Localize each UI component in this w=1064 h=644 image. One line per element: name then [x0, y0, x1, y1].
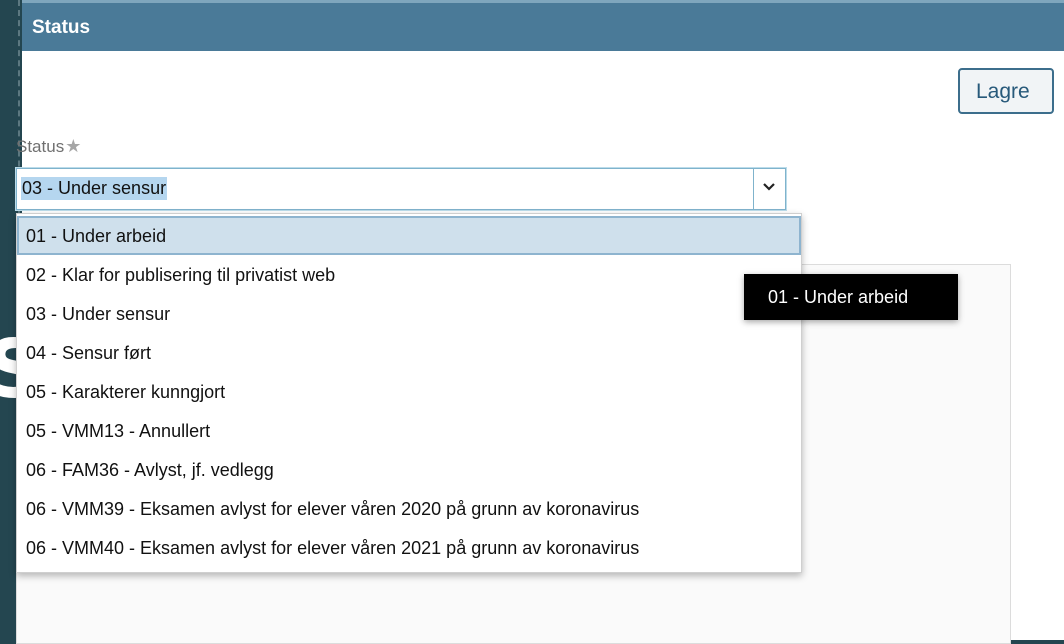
select-arrow-button[interactable] — [753, 169, 785, 209]
option-tooltip: 01 - Under arbeid — [744, 274, 958, 320]
status-select[interactable]: 03 - Under sensur — [16, 168, 786, 210]
status-option[interactable]: 04 - Sensur ført — [17, 333, 801, 372]
status-option[interactable]: 05 - Karakterer kunngjort — [17, 372, 801, 411]
status-option[interactable]: 02 - Klar for publisering til privatist … — [17, 255, 801, 294]
status-label-text: Status — [16, 137, 65, 156]
status-option[interactable]: 06 - VMM40 - Eksamen avlyst for elever v… — [17, 528, 801, 567]
status-option[interactable]: 05 - VMM13 - Annullert — [17, 411, 801, 450]
status-select-value: 03 - Under sensur — [21, 177, 168, 200]
status-option[interactable]: 06 - VMM39 - Eksamen avlyst for elever v… — [17, 489, 801, 528]
required-star-icon: ★ — [65, 136, 82, 156]
status-option[interactable]: 06 - FAM36 - Avlyst, jf. vedlegg — [17, 450, 801, 489]
dialog-header: Status × — [22, 0, 1064, 51]
dialog-title: Status — [32, 17, 91, 38]
save-button[interactable]: Lagre — [958, 68, 1054, 114]
status-option[interactable]: 03 - Under sensur — [17, 294, 801, 333]
chevron-down-icon — [763, 183, 775, 191]
status-dropdown-list: 01 - Under arbeid 02 - Klar for publiser… — [16, 213, 802, 573]
status-field-label: Status★ — [16, 136, 81, 157]
status-option[interactable]: 01 - Under arbeid — [17, 216, 801, 255]
